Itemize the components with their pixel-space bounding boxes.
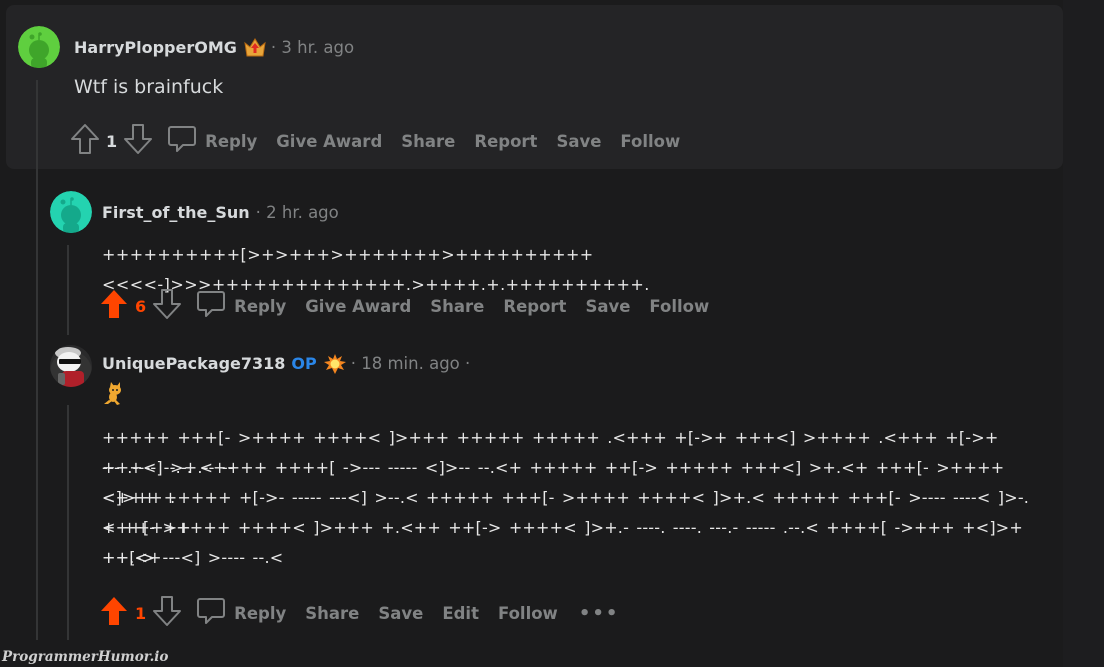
follow-button[interactable]: Follow [620,132,680,151]
explosion-award-icon[interactable] [323,353,346,374]
share-button[interactable]: Share [305,604,359,623]
upvote-arrow-icon [101,290,127,318]
username[interactable]: UniquePackage7318 [102,354,285,373]
give-award-button[interactable]: Give Award [276,132,382,151]
comment-meta: First_of_the_Sun · 2 hr. ago [102,203,339,222]
upvote-arrow-icon [101,597,127,625]
follow-button[interactable]: Follow [649,297,709,316]
scratch-cat-flair-icon [102,382,124,406]
reply-bubble-icon[interactable] [167,124,197,158]
comment-actions: 1 Reply Share Save Edit Follow ••• [99,595,619,631]
upvote-button[interactable] [70,123,100,159]
share-button[interactable]: Share [430,297,484,316]
downvote-arrow-icon [124,124,153,154]
report-button[interactable]: Report [503,297,566,316]
comment-meta: UniquePackage7318 OP · 18 min. ago · [102,353,471,374]
code-line: ++[-> ---<] >---- --.< [102,548,284,567]
more-options-icon[interactable]: ••• [579,603,620,624]
comment-body: Wtf is brainfuck [74,76,224,98]
follow-button[interactable]: Follow [498,604,558,623]
upvote-arrow-icon [71,124,99,154]
avatar[interactable] [18,26,60,68]
page-margin [1063,0,1104,667]
vote-count: 6 [135,296,147,316]
downvote-arrow-icon [153,596,182,626]
downvote-button[interactable] [152,595,182,631]
downvote-arrow-icon [153,289,182,319]
username[interactable]: HarryPlopperOMG [74,38,237,57]
timestamp[interactable]: · 18 min. ago · [351,354,471,373]
op-badge: OP [291,353,317,373]
thread-line[interactable] [36,80,38,640]
crown-award-icon[interactable] [243,37,266,57]
reply-button[interactable]: Reply [234,604,286,623]
save-button[interactable]: Save [378,604,423,623]
comment-actions: 1 Reply Give Award Share Report Save Fol… [70,123,680,159]
comment-meta: HarryPlopperOMG · 3 hr. ago [74,37,354,57]
downvote-button[interactable] [152,288,182,324]
avatar[interactable] [50,345,92,387]
reply-bubble-icon[interactable] [196,289,226,323]
report-button[interactable]: Report [474,132,537,151]
save-button[interactable]: Save [585,297,630,316]
panda-avatar-icon [50,347,92,387]
watermark: ProgrammerHumor.io [2,649,169,665]
timestamp[interactable]: · 3 hr. ago [271,38,354,57]
snoo-avatar-icon [50,191,92,233]
comment-actions: 6 Reply Give Award Share Report Save Fol… [99,288,709,324]
timestamp[interactable]: · 2 hr. ago [256,203,339,222]
vote-count: 1 [106,131,118,151]
snoo-avatar-icon [18,26,60,68]
thread-line[interactable] [67,405,69,640]
share-button[interactable]: Share [401,132,455,151]
save-button[interactable]: Save [556,132,601,151]
upvote-button[interactable] [99,595,129,631]
upvote-button[interactable] [99,288,129,324]
reply-bubble-icon[interactable] [196,596,226,630]
thread-line[interactable] [67,245,69,335]
edit-button[interactable]: Edit [442,604,479,623]
vote-count: 1 [135,603,147,623]
downvote-button[interactable] [123,123,153,159]
reply-button[interactable]: Reply [234,297,286,316]
give-award-button[interactable]: Give Award [305,297,411,316]
username[interactable]: First_of_the_Sun [102,203,250,222]
reply-button[interactable]: Reply [205,132,257,151]
avatar[interactable] [50,191,92,233]
